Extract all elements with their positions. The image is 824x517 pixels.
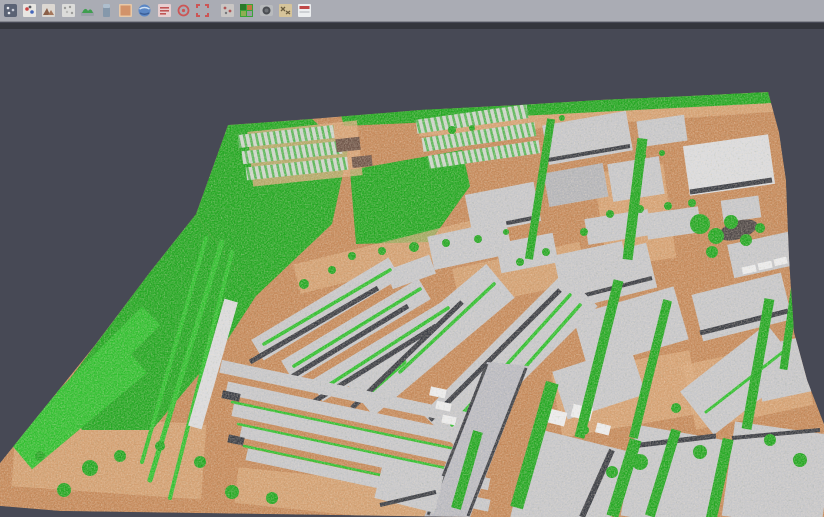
application-window — [0, 0, 824, 517]
orthophoto-icon — [118, 3, 133, 18]
toolbar-button-sparse-points[interactable] — [59, 2, 77, 20]
toolbar-button-report[interactable] — [155, 2, 173, 20]
point-cloud-icon — [3, 3, 18, 18]
toolbar-button-classification[interactable] — [238, 2, 256, 20]
selection-icon — [195, 3, 210, 18]
toolbar-button-legend[interactable] — [295, 2, 313, 20]
toolbar-button-profile[interactable] — [98, 2, 116, 20]
toolbar-button-target[interactable] — [174, 2, 192, 20]
toolbar-button-camera[interactable] — [257, 2, 275, 20]
toolbar-button-orthophoto[interactable] — [117, 2, 135, 20]
legend-icon — [297, 3, 312, 18]
toolbar-button-terrain[interactable] — [40, 2, 58, 20]
camera-icon — [259, 3, 274, 18]
toolbar-button-point-cloud[interactable] — [2, 2, 20, 20]
toolbar-button-selection[interactable] — [193, 2, 211, 20]
dem-icon — [80, 3, 95, 18]
toolbar-button-filter[interactable] — [219, 2, 237, 20]
target-icon — [176, 3, 191, 18]
toolbar — [0, 0, 824, 22]
keypoints-icon — [22, 3, 37, 18]
toolbar-separator — [212, 2, 218, 20]
classification-icon — [239, 3, 254, 18]
tiles-icon — [278, 3, 293, 18]
toolbar-button-keypoints[interactable] — [21, 2, 39, 20]
toolbar-button-dem[interactable] — [78, 2, 96, 20]
filter-icon — [220, 3, 235, 18]
profile-icon — [99, 3, 114, 18]
toolbar-button-globe[interactable] — [136, 2, 154, 20]
terrain-icon — [41, 3, 56, 18]
report-icon — [157, 3, 172, 18]
viewport-3d[interactable] — [0, 29, 824, 517]
toolbar-button-tiles[interactable] — [276, 2, 294, 20]
point-cloud-scene — [0, 29, 824, 517]
globe-icon — [137, 3, 152, 18]
sparse-points-icon — [61, 3, 76, 18]
